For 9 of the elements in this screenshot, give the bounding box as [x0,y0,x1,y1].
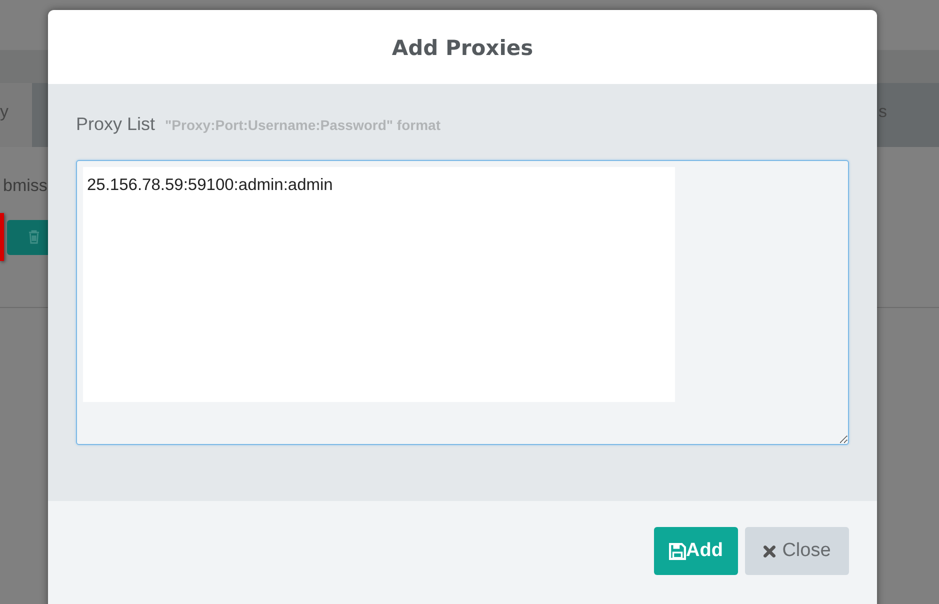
dialog-title: Add Proxies [392,36,534,60]
close-icon [763,544,776,558]
field-label: Proxy List [76,114,156,135]
close-button[interactable]: Close [745,527,849,575]
proxy-list-field[interactable]: 25.156.78.59:59100:admin:admin [76,160,849,445]
annotation-frame [0,213,4,261]
trash-icon [28,230,40,244]
add-button[interactable]: Add [654,527,738,575]
page-text: bmiss [3,175,48,197]
